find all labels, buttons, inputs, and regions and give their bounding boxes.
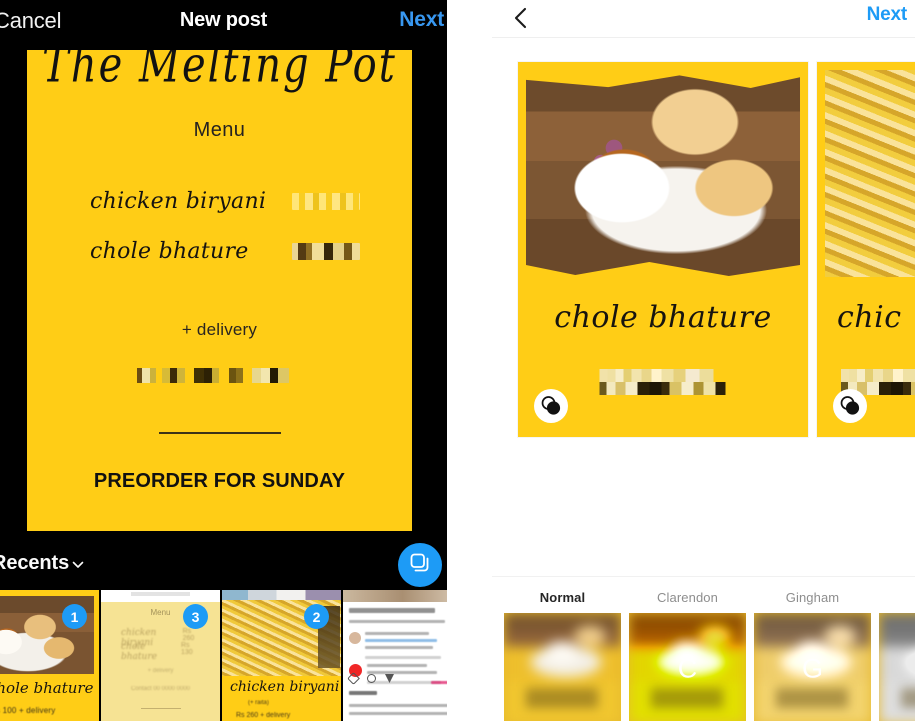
carousel-slide[interactable]: chole bhature (518, 62, 808, 437)
left-navigation-bar: Cancel New post Next (0, 0, 447, 46)
album-name-label[interactable]: Recents (0, 552, 69, 575)
poster-brand-title: The Melting Pot (42, 50, 397, 94)
filter-preview-text (526, 688, 598, 708)
thumbnail-text-line (349, 691, 377, 695)
slide-caption: chic (837, 300, 902, 335)
thumbnail-delivery-note: + delivery (147, 668, 174, 674)
filter-label: Gingham (785, 590, 840, 605)
slide-photo (526, 70, 800, 277)
heart-icon (347, 672, 360, 685)
thumbnail-text-line (365, 646, 433, 649)
thumbnail-text-line (365, 632, 429, 635)
thumbnail-caption: chicken biryani (230, 679, 340, 695)
photo-thumbnail-grid: chole bhature Rs 100 + delivery 1 Menu c… (0, 590, 447, 721)
selection-badge[interactable]: 3 (183, 604, 208, 629)
chevron-down-icon[interactable] (72, 558, 84, 570)
filter-preview-text (651, 688, 723, 708)
thumbnail-text-line (365, 639, 437, 642)
filter-initial: G (801, 653, 823, 683)
album-selector-bar: Recents (0, 541, 447, 590)
screenshot-root: Cancel New post Next The Melting Pot Men… (0, 0, 915, 721)
slide-subcaption-redacted (595, 369, 731, 395)
poster-delivery-note: + delivery (181, 320, 258, 339)
thumbnail-status-strip (101, 590, 220, 602)
thumbnail-text-line (349, 712, 447, 715)
filter-row: Normal Clarendon C Gingham G (504, 577, 915, 721)
poster-divider (158, 432, 281, 434)
thumbnail-item-price: Rs 130 (180, 642, 193, 656)
filter-preview[interactable]: C (629, 613, 746, 721)
selection-badge[interactable]: 1 (62, 604, 87, 629)
filter-label: Normal (539, 590, 586, 605)
crop-preview-stage[interactable]: The Melting Pot Menu chicken biryani cho… (0, 46, 447, 541)
filter-label: M (879, 590, 915, 605)
thumbnail-item[interactable]: chole bhature Rs 100 + delivery 1 (0, 590, 99, 721)
menu-poster: The Melting Pot Menu chicken biryani cho… (27, 50, 412, 531)
thumbnail-text-line (367, 664, 427, 667)
multi-select-button[interactable] (398, 543, 442, 587)
thumbnail-contact-redacted: Contact 00 0000 0000 (130, 686, 191, 692)
filter-preview[interactable] (879, 613, 915, 721)
thumbnail-menu-row: chole bhature Rs 130 (121, 642, 202, 662)
poster-item-name: chicken biryani (90, 189, 267, 214)
filter-preview-text (776, 688, 848, 708)
poster-item-price-redacted (292, 193, 360, 210)
next-button[interactable]: Next (399, 8, 444, 32)
comment-icon (367, 674, 376, 683)
right-navigation-bar: Next (492, 0, 915, 38)
poster-menu-heading: Menu (193, 119, 246, 141)
selected-image-preview[interactable]: The Melting Pot Menu chicken biryani cho… (27, 50, 412, 531)
filter-preview[interactable]: G (754, 613, 871, 721)
filter-option-normal[interactable]: Normal (504, 590, 621, 721)
new-post-picker-panel: Cancel New post Next The Melting Pot Men… (0, 0, 447, 721)
thumbnail-text-line (349, 608, 435, 613)
thumbnail-photo (343, 590, 447, 602)
chevron-left-icon[interactable] (510, 6, 532, 30)
edit-filter-panel: Next chole bhature chic Normal Clarendon… (492, 0, 915, 721)
thumbnail-subcaption-redacted: Rs 100 + delivery (0, 706, 56, 715)
filter-option-moon[interactable]: M (879, 590, 915, 721)
thumbnail-action-icons (347, 672, 394, 685)
filter-initial: C (677, 653, 698, 683)
filter-label: Clarendon (657, 590, 718, 605)
thumbnail-divider (140, 708, 181, 709)
thumbnail-text-line (349, 704, 447, 707)
poster-footer-text: PREORDER FOR SUNDAY (93, 470, 346, 492)
poster-contact-redacted (136, 368, 303, 383)
thumbnail-status-strip (222, 590, 341, 600)
next-button[interactable]: Next (867, 4, 908, 26)
slide-photo (825, 70, 915, 277)
thumbnail-item[interactable] (343, 590, 447, 721)
image-carousel[interactable]: chole bhature chic (492, 62, 915, 438)
stacked-squares-icon (409, 552, 431, 579)
carousel-slide[interactable]: chic (817, 62, 915, 437)
filter-adjust-icon[interactable] (833, 389, 867, 423)
thumbnail-item[interactable]: Menu chicken biryani Rs 260 chole bhatur… (101, 590, 220, 721)
poster-menu-row: chole bhature (90, 239, 360, 264)
thumbnail-item[interactable]: chicken biryani (+ raita) Rs 260 + deliv… (222, 590, 341, 721)
filter-preview-text (901, 688, 915, 708)
avatar (349, 632, 361, 644)
poster-menu-row: chicken biryani (90, 189, 360, 214)
slide-caption: chole bhature (554, 300, 772, 335)
thumbnail-item-name: chole bhature (121, 642, 157, 662)
poster-item-price-redacted (292, 243, 360, 260)
thumbnail-text-line (349, 620, 445, 623)
thumbnail-price-redacted: Rs 260 + delivery (236, 712, 291, 719)
thumbnail-status-line (131, 592, 190, 596)
poster-item-name: chole bhature (90, 239, 249, 264)
filter-option-clarendon[interactable]: Clarendon C (629, 590, 746, 721)
filter-adjust-icon[interactable] (534, 389, 568, 423)
selection-badge[interactable]: 2 (304, 604, 329, 629)
thumbnail-subcaption-redacted: (+ raita) (248, 700, 269, 706)
page-title: New post (179, 9, 268, 31)
filter-selector-strip[interactable]: Normal Clarendon C Gingham G (492, 576, 915, 721)
thumbnail-caption: chole bhature (0, 679, 94, 697)
share-icon (385, 674, 394, 683)
filter-option-gingham[interactable]: Gingham G (754, 590, 871, 721)
thumbnail-text-line (431, 681, 447, 684)
thumbnail-text-line (365, 656, 441, 659)
filter-preview[interactable] (504, 613, 621, 721)
